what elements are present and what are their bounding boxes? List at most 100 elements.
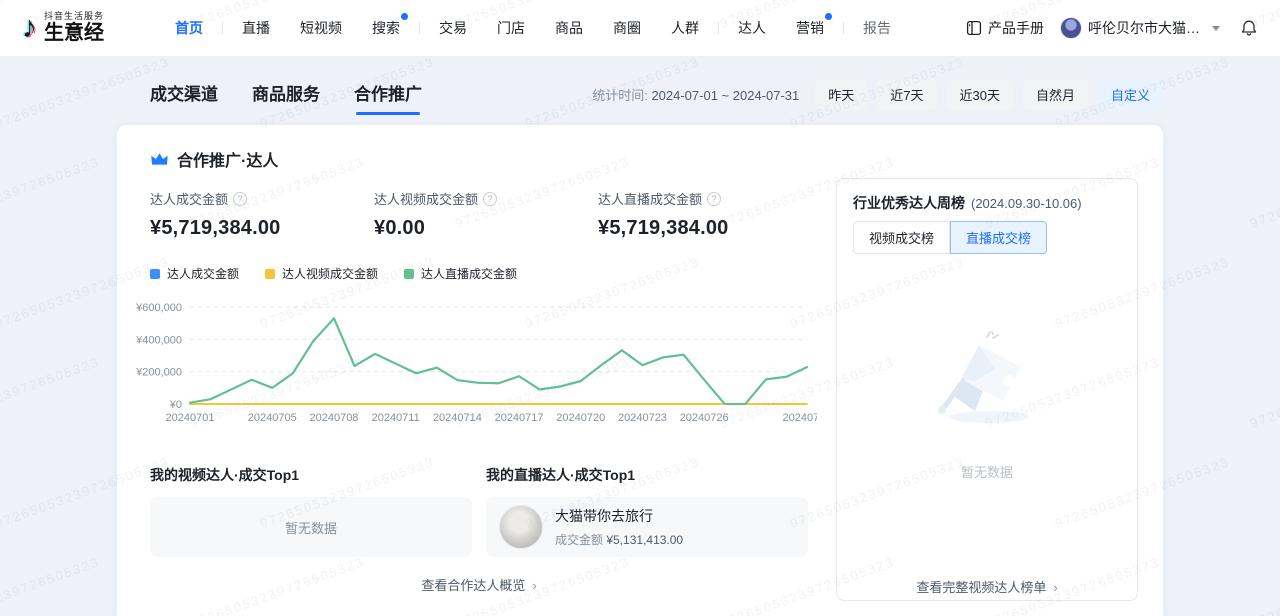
svg-text:¥200,000: ¥200,000	[135, 367, 182, 379]
live-top1-card[interactable]: 大猫带你去旅行 成交金额 ¥5,131,413.00	[486, 497, 808, 557]
svg-text:20240720: 20240720	[556, 412, 605, 424]
talent-name: 大猫带你去旅行	[555, 506, 683, 526]
stat-value: ¥0.00	[374, 217, 598, 240]
nav-item-short-video[interactable]: 短视频	[285, 12, 357, 44]
card-title-row: 合作推广·达人	[150, 147, 278, 171]
stat-time-text: 统计时间: 2024-07-01 ~ 2024-07-31	[592, 85, 799, 104]
preset-30days-button[interactable]: 近30天	[947, 79, 1013, 110]
account-menu[interactable]: 呼伦贝尔市大猫旅...	[1060, 17, 1220, 39]
brand-subtitle: 抖音生活服务	[44, 12, 104, 22]
legend-item-live[interactable]: 达人直播成交金额	[404, 265, 517, 282]
nav-item-home[interactable]: 首页	[160, 12, 218, 44]
nav-item-report[interactable]: 报告	[848, 12, 906, 44]
nav-divider	[718, 21, 719, 35]
nav-item-live[interactable]: 直播	[227, 12, 285, 44]
live-top1-title: 我的直播达人·成交Top1	[486, 465, 808, 485]
legend-swatch-green	[404, 269, 414, 279]
talent-amount: 成交金额 ¥5,131,413.00	[555, 531, 683, 548]
svg-text:¥0: ¥0	[169, 399, 182, 411]
nav-item-business-circle[interactable]: 商圈	[598, 12, 656, 44]
nav-item-talent[interactable]: 达人	[723, 12, 781, 44]
primary-nav: 首页 直播 短视频 搜索 交易 门店 商品 商圈 人群 达人 营销 报告	[160, 12, 906, 44]
manual-label: 产品手册	[988, 18, 1044, 38]
svg-text:20240723: 20240723	[618, 412, 667, 424]
stat-value: ¥5,719,384.00	[150, 217, 374, 240]
cooperation-promotion-card: 合作推广·达人 达人成交金额 ¥5,719,384.00 达人视频成交金额 ¥0…	[117, 125, 1163, 616]
legend-swatch-yellow	[265, 269, 275, 279]
section-tabs: 成交渠道 商品服务 合作推广	[150, 80, 422, 115]
crown-icon	[150, 152, 169, 167]
card-title: 合作推广·达人	[177, 147, 278, 171]
tab-product-services[interactable]: 商品服务	[252, 80, 320, 115]
preset-custom-button[interactable]: 自定义	[1098, 79, 1163, 110]
tab-deal-channels[interactable]: 成交渠道	[150, 80, 218, 115]
help-icon[interactable]	[233, 192, 247, 206]
stat-talent-video-gmv: 达人视频成交金额 ¥0.00	[374, 189, 598, 240]
legend-swatch-blue	[150, 269, 160, 279]
preset-7days-button[interactable]: 近7天	[877, 79, 936, 110]
stat-talent-gmv: 达人成交金额 ¥5,719,384.00	[150, 189, 374, 240]
stat-value: ¥5,719,384.00	[598, 217, 822, 240]
svg-text:20240705: 20240705	[248, 412, 297, 424]
panel-date-range: (2024.09.30-10.06)	[971, 196, 1082, 211]
notification-bell-button[interactable]	[1240, 19, 1258, 37]
nav-divider	[419, 21, 420, 35]
empty-state-illustration	[917, 329, 1057, 434]
notification-dot	[401, 13, 408, 20]
nav-item-search[interactable]: 搜索	[357, 12, 415, 44]
bell-icon	[1240, 19, 1258, 37]
video-ranking-toggle[interactable]: 视频成交榜	[853, 221, 950, 254]
tab-cooperation-promotion[interactable]: 合作推广	[354, 80, 422, 115]
svg-text:20240711: 20240711	[372, 412, 420, 424]
empty-text: 暂无数据	[285, 518, 337, 537]
preset-yesterday-button[interactable]: 昨天	[815, 79, 867, 110]
stat-label: 达人成交金额	[150, 189, 228, 208]
talent-avatar	[499, 505, 543, 549]
account-avatar	[1060, 17, 1082, 39]
stat-talent-live-gmv: 达人直播成交金额 ¥5,719,384.00	[598, 189, 822, 240]
svg-text:20240708: 20240708	[309, 412, 358, 424]
trend-chart: ¥600,000¥400,000¥200,000¥020240701202407…	[117, 291, 817, 431]
product-manual-button[interactable]: 产品手册	[966, 18, 1044, 38]
preset-natural-month-button[interactable]: 自然月	[1023, 79, 1088, 110]
panel-header: 行业优秀达人周榜 (2024.09.30-10.06)	[853, 193, 1082, 213]
live-ranking-toggle[interactable]: 直播成交榜	[950, 221, 1047, 254]
nav-item-audience[interactable]: 人群	[656, 12, 714, 44]
ranking-toggle-group: 视频成交榜 直播成交榜	[853, 221, 1047, 254]
nav-divider	[843, 21, 844, 35]
nav-divider	[222, 21, 223, 35]
stat-label: 达人视频成交金额	[374, 189, 478, 208]
notification-dot	[825, 13, 832, 20]
nav-item-marketing[interactable]: 营销	[781, 12, 839, 44]
date-filter-row: 统计时间: 2024-07-01 ~ 2024-07-31 昨天 近7天 近30…	[592, 79, 1163, 110]
manual-book-icon	[966, 20, 982, 36]
legend-item-total[interactable]: 达人成交金额	[150, 265, 239, 282]
chart-legend: 达人成交金额 达人视频成交金额 达人直播成交金额	[150, 265, 517, 282]
svg-text:20240717: 20240717	[495, 412, 544, 424]
brand-title: 生意经	[44, 22, 104, 44]
douyin-note-icon	[22, 13, 37, 43]
video-top1-title: 我的视频达人·成交Top1	[150, 465, 472, 485]
help-icon[interactable]	[707, 192, 721, 206]
page: 抖音生活服务 生意经 首页 直播 短视频 搜索 交易 门店 商品 商圈 人群 达…	[0, 0, 1280, 616]
panel-title: 行业优秀达人周榜	[853, 193, 965, 213]
nav-right-cluster: 产品手册 呼伦贝尔市大猫旅...	[966, 17, 1258, 39]
account-name: 呼伦贝尔市大猫旅...	[1088, 18, 1206, 38]
cooperation-overview-link[interactable]: 查看合作达人概览	[150, 575, 808, 594]
nav-item-trade[interactable]: 交易	[424, 12, 482, 44]
svg-text:¥400,000: ¥400,000	[135, 334, 182, 346]
panel-empty-text: 暂无数据	[837, 462, 1137, 481]
date-range-value: 2024-07-01 ~ 2024-07-31	[651, 88, 799, 103]
stat-label: 达人直播成交金额	[598, 189, 702, 208]
svg-text:20240726: 20240726	[680, 412, 729, 424]
live-top1-block: 我的直播达人·成交Top1 大猫带你去旅行 成交金额 ¥5,131,413.00	[486, 465, 808, 557]
brand-logo[interactable]: 抖音生活服务 生意经	[22, 12, 104, 44]
industry-talent-ranking-panel: 行业优秀达人周榜 (2024.09.30-10.06) 视频成交榜 直播成交榜	[836, 178, 1138, 601]
stats-row: 达人成交金额 ¥5,719,384.00 达人视频成交金额 ¥0.00 达人直播…	[150, 189, 822, 240]
nav-item-store[interactable]: 门店	[482, 12, 540, 44]
help-icon[interactable]	[483, 192, 497, 206]
top1-row: 我的视频达人·成交Top1 暂无数据 我的直播达人·成交Top1 大猫带你去旅行…	[150, 465, 808, 557]
legend-item-video[interactable]: 达人视频成交金额	[265, 265, 378, 282]
full-ranking-link[interactable]: 查看完整视频达人榜单	[837, 577, 1137, 596]
nav-item-product[interactable]: 商品	[540, 12, 598, 44]
